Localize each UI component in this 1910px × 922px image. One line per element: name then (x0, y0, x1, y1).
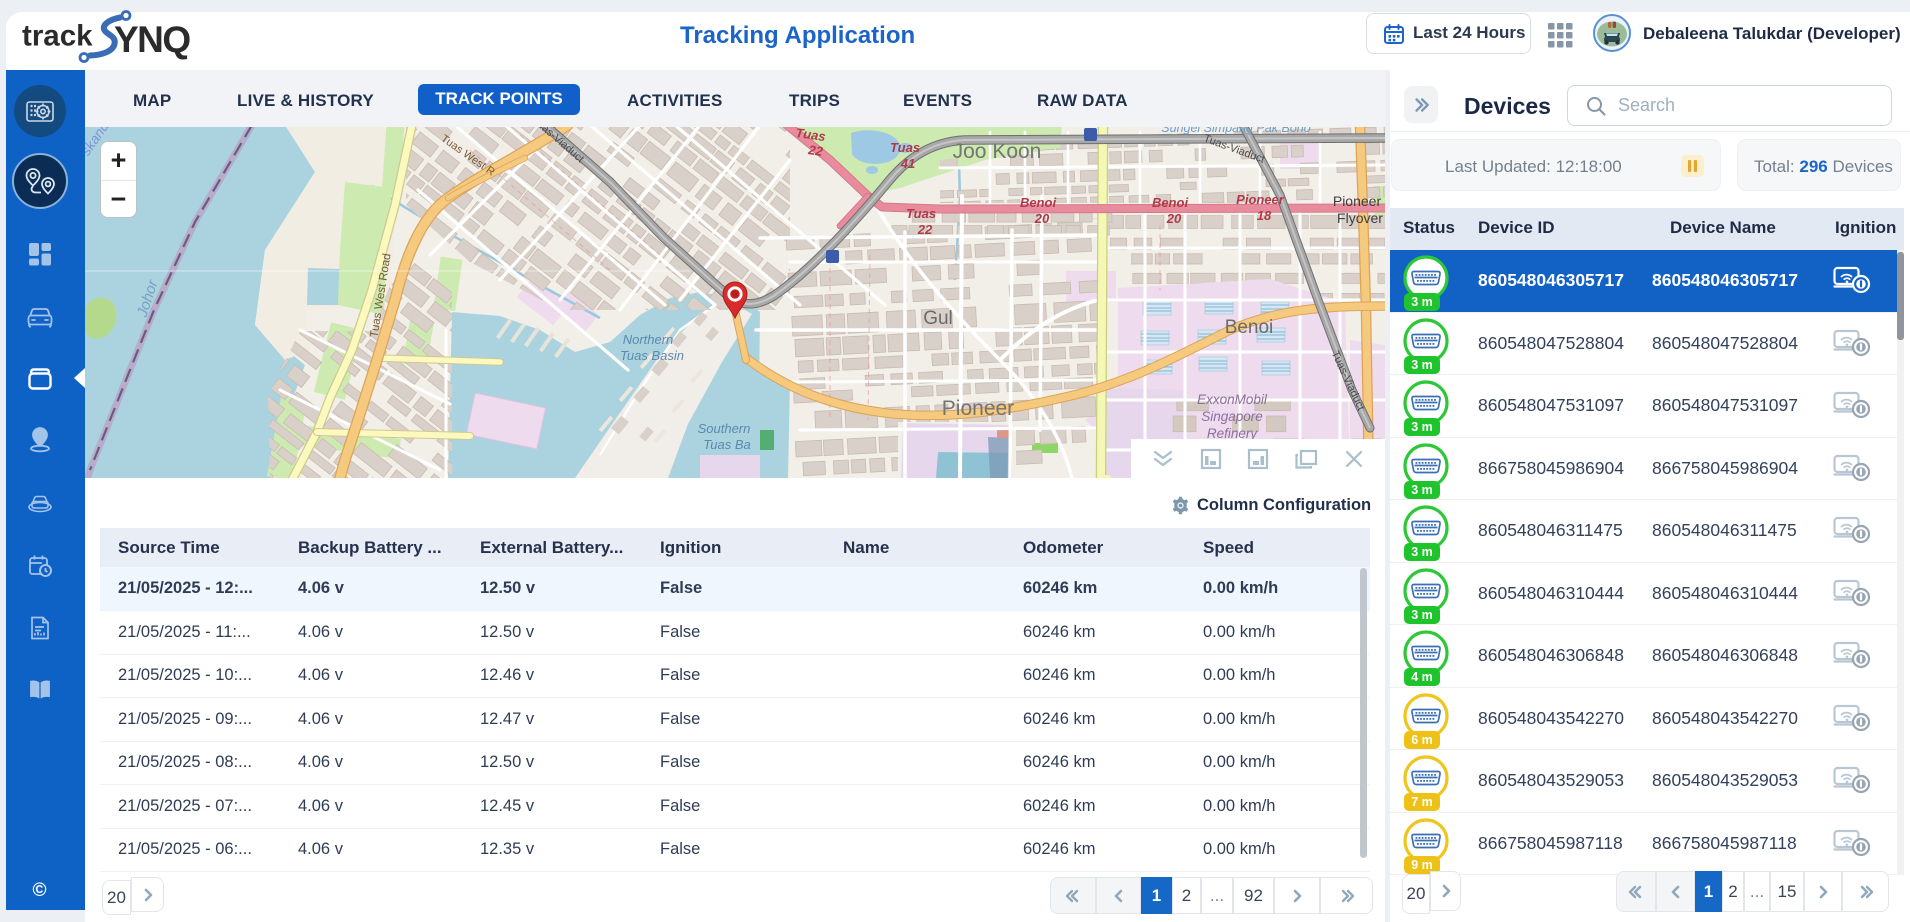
svg-text:22: 22 (917, 222, 933, 237)
svg-text:9 m: 9 m (1411, 858, 1433, 872)
svg-text:3 m: 3 m (1411, 420, 1433, 434)
svg-text:Pioneer: Pioneer (1333, 193, 1382, 209)
svg-text:Tuas: Tuas (906, 206, 936, 221)
svg-text:Benoi: Benoi (1152, 195, 1189, 210)
svg-text:Singapore: Singapore (1201, 409, 1263, 424)
svg-text:Gul: Gul (923, 308, 953, 329)
svg-text:Benoi: Benoi (1225, 317, 1274, 338)
svg-text:3 m: 3 m (1411, 483, 1433, 497)
svg-text:3 m: 3 m (1411, 295, 1433, 309)
svg-text:18: 18 (1257, 208, 1272, 223)
svg-text:20: 20 (1034, 211, 1050, 226)
svg-text:3 m: 3 m (1411, 545, 1433, 559)
svg-text:ExxonMobil: ExxonMobil (1197, 392, 1268, 407)
svg-text:Southern: Southern (698, 421, 751, 436)
svg-text:41: 41 (900, 156, 915, 171)
svg-text:Benoi: Benoi (1020, 195, 1057, 210)
svg-text:track: track (22, 20, 93, 53)
svg-text:4 m: 4 m (1411, 670, 1433, 684)
svg-text:Flyover: Flyover (1337, 210, 1383, 226)
svg-text:Tuas Ba: Tuas Ba (703, 437, 750, 452)
svg-text:Joo Koon: Joo Koon (953, 140, 1042, 163)
svg-text:YNQ: YNQ (114, 19, 190, 60)
svg-text:Sungei Simpang Pak Bono: Sungei Simpang Pak Bono (1161, 127, 1310, 135)
svg-text:6 m: 6 m (1411, 733, 1433, 747)
svg-text:Pioneer: Pioneer (942, 397, 1014, 420)
svg-text:22: 22 (806, 142, 824, 159)
svg-text:20: 20 (1166, 211, 1182, 226)
svg-text:3 m: 3 m (1411, 608, 1433, 622)
svg-text:Pioneer: Pioneer (1236, 192, 1285, 207)
svg-text:7 m: 7 m (1411, 795, 1433, 809)
svg-text:Northern: Northern (623, 332, 674, 347)
svg-text:3 m: 3 m (1411, 358, 1433, 372)
svg-text:Tuas: Tuas (890, 140, 920, 155)
svg-text:Tuas Basin: Tuas Basin (620, 348, 684, 363)
